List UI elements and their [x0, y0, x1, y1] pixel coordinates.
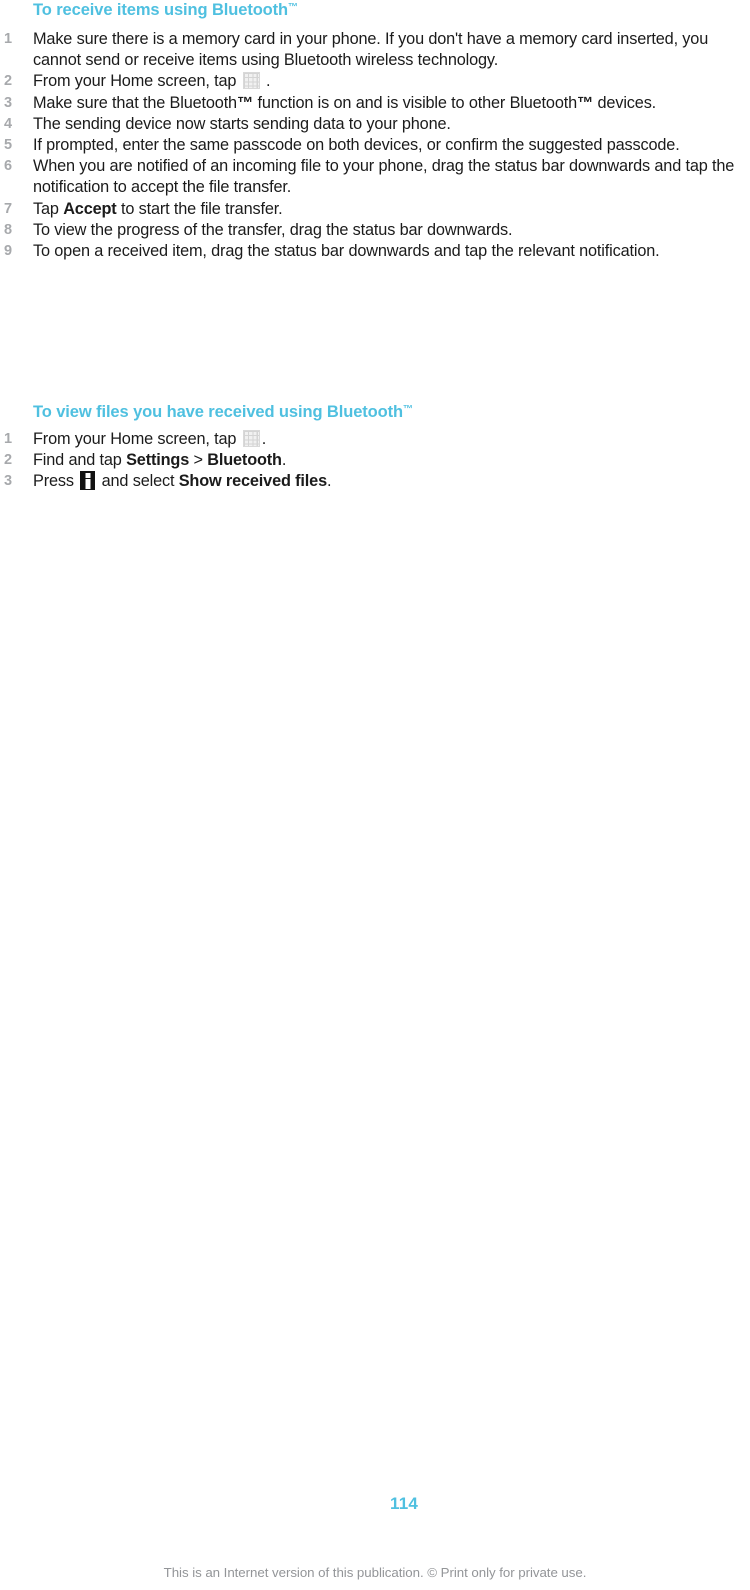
step-item: From your Home screen, tap . — [0, 429, 742, 450]
step-text: Make sure there is a memory card in your… — [33, 30, 709, 70]
step-text: to start the file transfer. — [116, 199, 283, 218]
page-number: 114 — [389, 1494, 419, 1513]
section-heading-receive-items: To receive items using Bluetooth™ — [33, 0, 298, 20]
steps-list-view-files: From your Home screen, tap . Find and tap… — [0, 429, 742, 493]
step-item: To open a received item, drag the status… — [0, 241, 742, 262]
step-emphasis: Bluetooth — [207, 451, 282, 470]
step-item: When you are notified of an incoming fil… — [0, 156, 742, 198]
step-text: When you are notified of an incoming fil… — [33, 157, 735, 197]
step-text: Find and tap — [33, 451, 127, 470]
step-item: The sending device now starts sending da… — [0, 114, 742, 135]
step-item: Tap Accept to start the file transfer. — [0, 199, 742, 220]
step-text: . — [281, 451, 287, 470]
step-text: The sending device now starts sending da… — [33, 114, 451, 133]
step-item: To view the progress of the transfer, dr… — [0, 220, 742, 241]
step-emphasis: Show received files — [178, 472, 327, 491]
document-page: To receive items using Bluetooth™ Make s… — [0, 0, 750, 1590]
menu-key-icon — [80, 471, 96, 491]
step-emphasis: Settings — [126, 451, 190, 470]
step-text: From your Home screen, tap — [33, 430, 241, 448]
section-heading-view-files: To view files you have received using Bl… — [33, 400, 413, 422]
step-text: . — [261, 72, 271, 91]
step-text: To open a received item, drag the status… — [33, 242, 660, 261]
step-item: Make sure there is a memory card in your… — [0, 29, 742, 71]
step-text: Make sure that the Bluetooth — [33, 93, 237, 112]
step-text: . — [261, 430, 267, 448]
step-item: Make sure that the Bluetooth™ function i… — [0, 93, 742, 114]
trademark-symbol: ™ — [288, 2, 299, 13]
trademark-symbol: ™ — [403, 404, 413, 415]
step-item: From your Home screen, tap . — [0, 71, 742, 92]
step-text: > — [189, 451, 208, 470]
step-item: Find and tap Settings > Bluetooth. — [0, 450, 742, 471]
step-text: function is on and is visible to other B… — [253, 93, 578, 112]
section-heading-text: To view files you have received using Bl… — [33, 403, 403, 421]
app-grid-icon — [242, 430, 260, 447]
step-text: Press — [33, 472, 79, 491]
step-text: Tap — [33, 199, 64, 218]
step-text: From your Home screen, tap — [33, 72, 241, 91]
step-item: Press and select Show received files. — [0, 471, 742, 493]
step-item: If prompted, enter the same passcode on … — [0, 135, 742, 156]
step-text: If prompted, enter the same passcode on … — [33, 136, 680, 155]
app-grid-icon — [242, 72, 260, 90]
step-emphasis: ™ — [577, 93, 594, 112]
step-text: devices. — [593, 93, 657, 112]
step-text: . — [327, 472, 332, 491]
steps-list-receive-items: Make sure there is a memory card in your… — [0, 29, 742, 262]
step-text: To view the progress of the transfer, dr… — [33, 220, 513, 239]
step-emphasis: ™ — [236, 93, 254, 112]
step-emphasis: Accept — [63, 199, 117, 218]
section-heading-text: To receive items using Bluetooth — [33, 1, 289, 19]
footer-copyright-note: This is an Internet version of this publ… — [163, 1565, 587, 1580]
step-text: and select — [97, 472, 179, 491]
